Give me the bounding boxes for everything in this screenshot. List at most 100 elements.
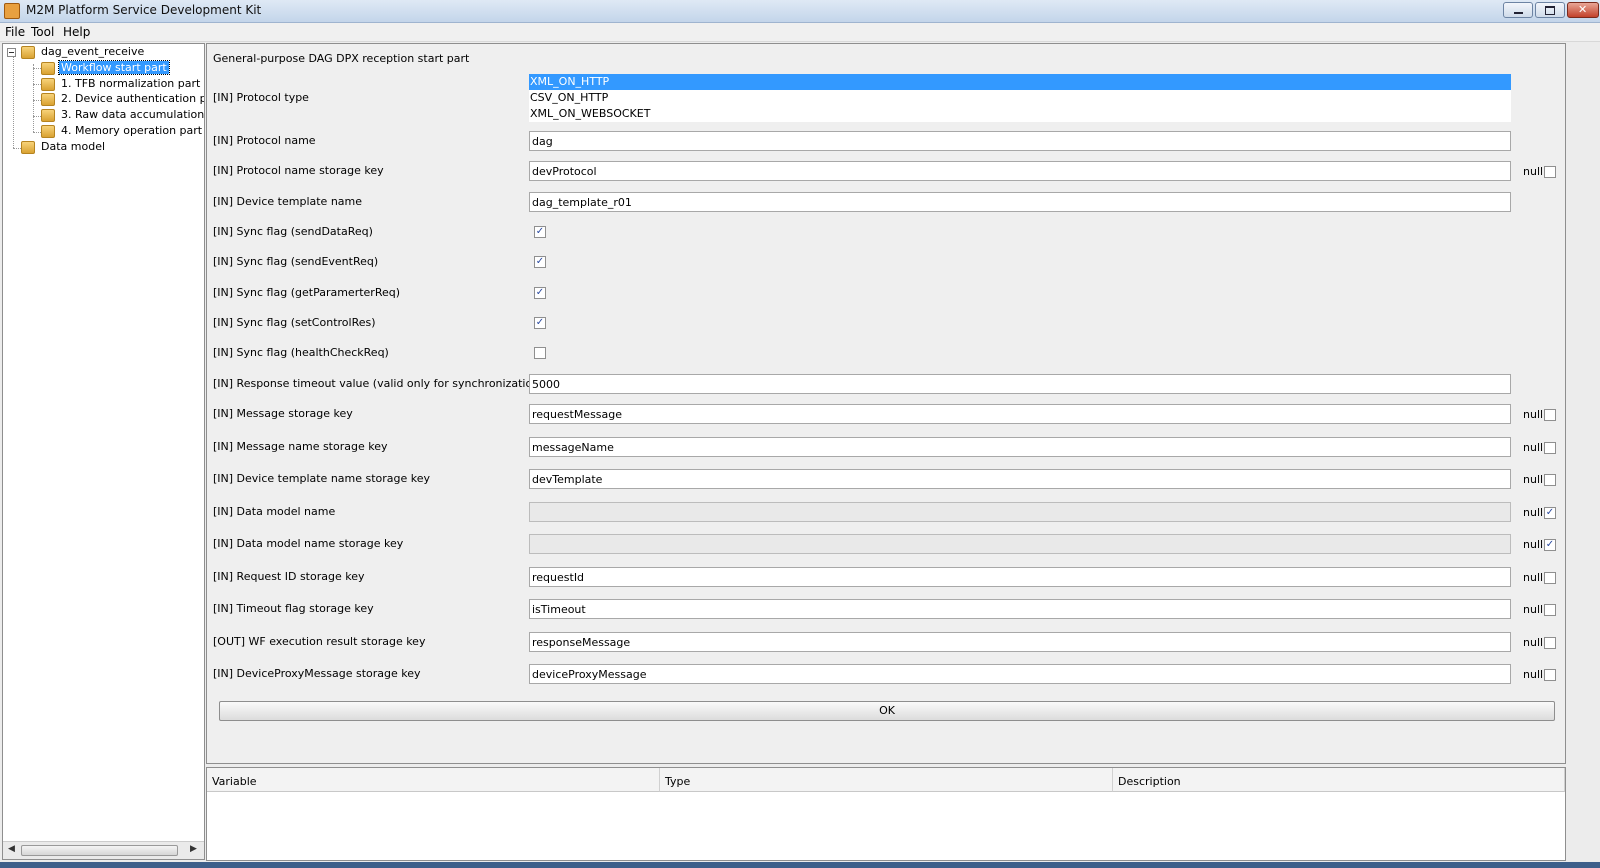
- properties-form: General-purpose DAG DPX reception start …: [206, 43, 1566, 764]
- device-proxy-message-storage-key-label: [IN] DeviceProxyMessage storage key: [213, 667, 421, 680]
- null-checkbox[interactable]: [1544, 572, 1556, 584]
- window-title: M2M Platform Service Development Kit: [26, 3, 262, 17]
- null-checkbox[interactable]: ✓: [1544, 539, 1556, 551]
- null-label: null: [1523, 668, 1544, 681]
- sync-flag-senddatareq-checkbox[interactable]: ✓: [534, 226, 546, 238]
- sync-flag-healthcheckreq-label: [IN] Sync flag (healthCheckReq): [213, 346, 389, 359]
- device-template-name-storage-key-field[interactable]: devTemplate: [529, 469, 1511, 489]
- device-template-name-label: [IN] Device template name: [213, 195, 363, 208]
- restore-button[interactable]: [1535, 2, 1565, 18]
- tree-guide-line: [33, 84, 41, 85]
- protocol-name-field[interactable]: dag: [529, 131, 1511, 151]
- null-label: null: [1523, 408, 1544, 421]
- protocol-type-list[interactable]: XML_ON_HTTP CSV_ON_HTTP XML_ON_WEBSOCKET: [529, 74, 1511, 122]
- null-label: null: [1523, 473, 1544, 486]
- folder-icon: [41, 62, 55, 75]
- null-checkbox[interactable]: [1544, 669, 1556, 681]
- null-label: null: [1523, 441, 1544, 454]
- message-storage-key-field[interactable]: requestMessage: [529, 404, 1511, 424]
- request-id-storage-key-label: [IN] Request ID storage key: [213, 570, 365, 583]
- protocol-name-label: [IN] Protocol name: [213, 134, 316, 147]
- scroll-thumb[interactable]: [21, 845, 178, 856]
- scroll-right-icon[interactable]: ▶: [190, 844, 197, 854]
- sync-flag-setcontrolres-label: [IN] Sync flag (setControlRes): [213, 316, 376, 329]
- null-label: null: [1523, 165, 1544, 178]
- sync-flag-sendeventreq-checkbox[interactable]: ✓: [534, 256, 546, 268]
- response-timeout-label: [IN] Response timeout value (valid only …: [213, 377, 572, 390]
- wf-result-storage-key-field[interactable]: responseMessage: [529, 632, 1511, 652]
- column-header-description[interactable]: Description: [1113, 768, 1565, 792]
- wf-result-storage-key-label: [OUT] WF execution result storage key: [213, 635, 426, 648]
- menu-help[interactable]: Help: [63, 25, 90, 39]
- tree-horizontal-scrollbar[interactable]: ◀ ▶: [3, 841, 204, 859]
- minimize-button[interactable]: [1503, 2, 1533, 18]
- request-id-storage-key-field[interactable]: requestId: [529, 567, 1511, 587]
- device-template-name-field[interactable]: dag_template_r01: [529, 192, 1511, 212]
- timeout-flag-storage-key-label: [IN] Timeout flag storage key: [213, 602, 374, 615]
- folder-icon: [41, 78, 55, 91]
- sync-flag-healthcheckreq-checkbox[interactable]: [534, 347, 546, 359]
- title-bar: M2M Platform Service Development Kit: [0, 0, 1600, 23]
- device-template-name-storage-key-label: [IN] Device template name storage key: [213, 472, 431, 485]
- message-name-storage-key-field[interactable]: messageName: [529, 437, 1511, 457]
- form-header: General-purpose DAG DPX reception start …: [213, 52, 470, 65]
- menu-tool[interactable]: Tool: [31, 25, 54, 39]
- tree-guide-line: [33, 100, 41, 101]
- tree-guide-line: [33, 68, 41, 69]
- timeout-flag-storage-key-field[interactable]: isTimeout: [529, 599, 1511, 619]
- scroll-left-icon[interactable]: ◀: [8, 844, 15, 854]
- java-app-icon: [4, 3, 20, 19]
- list-option-xml-on-http[interactable]: XML_ON_HTTP: [529, 74, 1511, 90]
- folder-icon: [41, 93, 55, 106]
- tree-collapse-toggle[interactable]: [7, 48, 16, 57]
- taskbar-strip: [0, 862, 1600, 868]
- null-checkbox[interactable]: [1544, 442, 1556, 454]
- tree-guide-line: [13, 148, 21, 149]
- menu-file[interactable]: File: [5, 25, 25, 39]
- message-storage-key-label: [IN] Message storage key: [213, 407, 353, 420]
- folder-icon: [41, 109, 55, 122]
- tree-guide-line: [33, 116, 41, 117]
- sync-flag-getparamerterreq-label: [IN] Sync flag (getParamerterReq): [213, 286, 401, 299]
- null-checkbox[interactable]: ✓: [1544, 507, 1556, 519]
- sync-flag-sendeventreq-label: [IN] Sync flag (sendEventReq): [213, 255, 379, 268]
- null-label: null: [1523, 636, 1544, 649]
- variables-table[interactable]: Variable Type Description: [206, 767, 1566, 861]
- device-proxy-message-storage-key-field[interactable]: deviceProxyMessage: [529, 664, 1511, 684]
- list-option-csv-on-http[interactable]: CSV_ON_HTTP: [529, 90, 1511, 106]
- menu-bar: File Tool Help: [0, 23, 1600, 42]
- null-label: null: [1523, 603, 1544, 616]
- message-name-storage-key-label: [IN] Message name storage key: [213, 440, 388, 453]
- sync-flag-setcontrolres-checkbox[interactable]: ✓: [534, 317, 546, 329]
- protocol-name-storage-key-label: [IN] Protocol name storage key: [213, 164, 384, 177]
- folder-icon: [21, 46, 35, 59]
- null-checkbox[interactable]: [1544, 409, 1556, 421]
- protocol-type-label: [IN] Protocol type: [213, 91, 309, 104]
- folder-icon: [21, 141, 35, 154]
- tree-guide-line: [13, 56, 14, 148]
- null-checkbox[interactable]: [1544, 166, 1556, 178]
- response-timeout-field[interactable]: 5000: [529, 374, 1511, 394]
- column-header-type[interactable]: Type: [660, 768, 1113, 792]
- protocol-name-storage-key-field[interactable]: devProtocol: [529, 161, 1511, 181]
- tree-guide-line: [33, 64, 34, 132]
- close-button[interactable]: [1567, 2, 1599, 18]
- list-option-xml-on-websocket[interactable]: XML_ON_WEBSOCKET: [529, 106, 1511, 122]
- folder-icon: [41, 125, 55, 138]
- sync-flag-getparamerterreq-checkbox[interactable]: ✓: [534, 287, 546, 299]
- data-model-name-storage-key-field[interactable]: [529, 534, 1511, 554]
- column-header-variable[interactable]: Variable: [207, 768, 660, 792]
- data-model-name-storage-key-label: [IN] Data model name storage key: [213, 537, 404, 550]
- null-checkbox[interactable]: [1544, 474, 1556, 486]
- null-label: null: [1523, 571, 1544, 584]
- tree-guide-line: [33, 132, 41, 133]
- null-checkbox[interactable]: [1544, 604, 1556, 616]
- data-model-name-field[interactable]: [529, 502, 1511, 522]
- data-model-name-label: [IN] Data model name: [213, 505, 336, 518]
- ok-button[interactable]: OK: [219, 701, 1555, 721]
- workflow-tree[interactable]: dag_event_receive Workflow start part 1.…: [2, 43, 205, 860]
- null-label: null: [1523, 506, 1544, 519]
- sync-flag-senddatareq-label: [IN] Sync flag (sendDataReq): [213, 225, 373, 238]
- null-label: null: [1523, 538, 1544, 551]
- null-checkbox[interactable]: [1544, 637, 1556, 649]
